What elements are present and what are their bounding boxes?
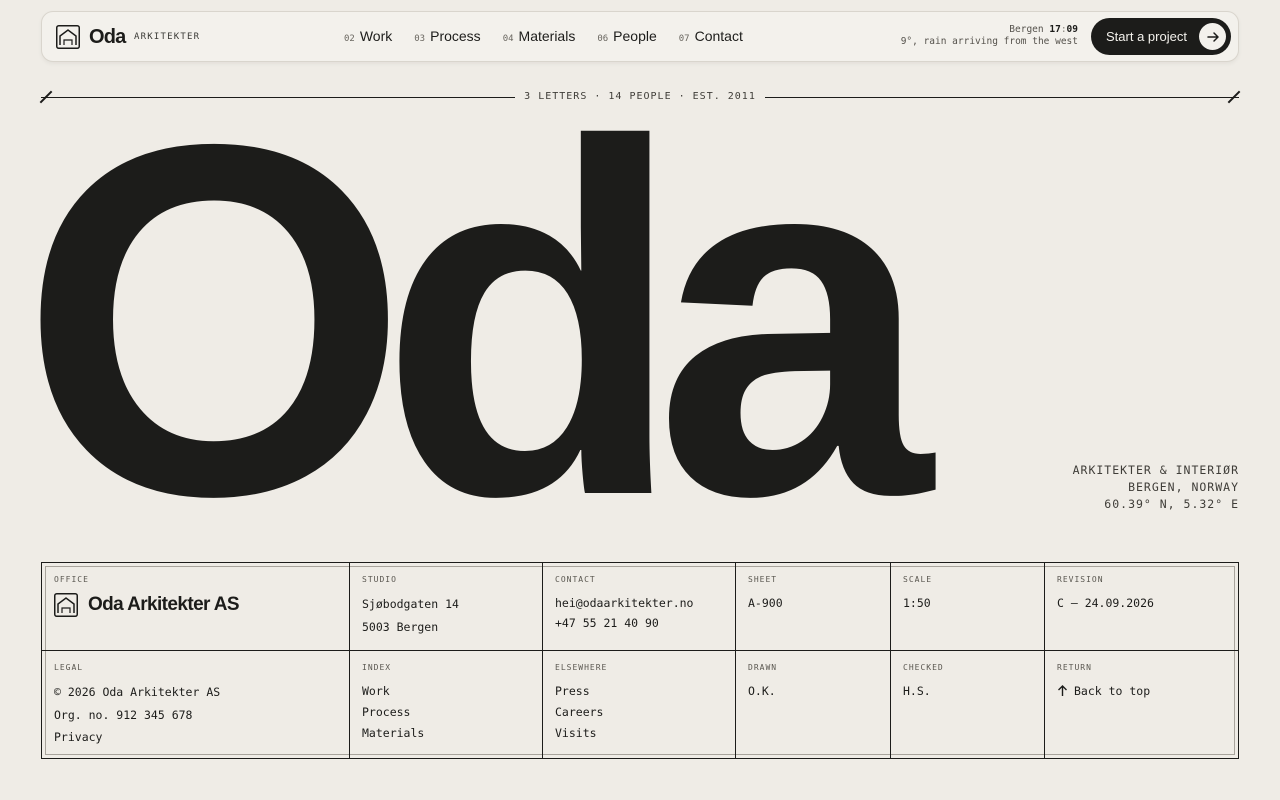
elsewhere-cell: ELSEWHERE Press Careers Visits xyxy=(543,651,736,758)
revision-value: C — 24.09.2026 xyxy=(1057,596,1154,610)
drawn-cell: DRAWN O.K. xyxy=(736,651,891,758)
cell-label: OFFICE xyxy=(54,575,89,584)
weather-city: Bergen xyxy=(1009,24,1044,35)
legal-cell: LEGAL © 2026 Oda Arkitekter AS Org. no. … xyxy=(42,651,350,758)
org-number: Org. no. 912 345 678 xyxy=(54,708,193,722)
weather-readout: Bergen 17:09 9°, rain arriving from the … xyxy=(900,24,1078,47)
arrow-right-icon xyxy=(1199,23,1226,50)
cell-label: SCALE xyxy=(903,575,933,584)
hero-meta-line: ARKITEKTER & INTERIØR xyxy=(1072,463,1239,477)
cell-label: STUDIO xyxy=(362,575,397,584)
checked-value: H.S. xyxy=(903,684,931,698)
hero-meta-line: BERGEN, NORWAY xyxy=(1128,480,1239,494)
scale-value: 1:50 xyxy=(903,596,931,610)
cell-label: LEGAL xyxy=(54,663,84,672)
index-link-process[interactable]: Process xyxy=(362,702,542,723)
hero-wordmark: Oda xyxy=(20,40,932,599)
cell-label: RETURN xyxy=(1057,663,1092,672)
studio-city: 5003 Bergen xyxy=(362,620,439,634)
index-cell: INDEX Work Process Materials xyxy=(350,651,543,758)
sheet-value: A-900 xyxy=(748,596,783,610)
hero-meta-line: 60.39° N, 5.32° E xyxy=(1104,497,1239,511)
arrow-up-icon xyxy=(1058,685,1067,696)
sheet-cell: SHEET A-900 xyxy=(736,563,891,651)
clock-hour: 17 xyxy=(1049,24,1061,35)
cta-label: Start a project xyxy=(1106,29,1187,44)
house-icon xyxy=(54,593,78,617)
cell-label: REVISION xyxy=(1057,575,1104,584)
copyright-text: © 2026 Oda Arkitekter AS xyxy=(54,685,221,699)
elsewhere-link-press[interactable]: Press xyxy=(555,681,735,702)
office-cell: OFFICE Oda Arkitekter AS xyxy=(42,563,350,651)
index-link-work[interactable]: Work xyxy=(362,681,542,702)
cell-label: INDEX xyxy=(362,663,392,672)
studio-cell: STUDIO Sjøbodgaten 14 5003 Bergen xyxy=(350,563,543,651)
cell-label: CONTACT xyxy=(555,575,596,584)
scale-cell: SCALE 1:50 xyxy=(891,563,1045,651)
cell-label: SHEET xyxy=(748,575,778,584)
cell-label: DRAWN xyxy=(748,663,778,672)
weather-description: 9°, rain arriving from the west xyxy=(900,36,1078,47)
cell-label: CHECKED xyxy=(903,663,944,672)
title-block: OFFICE Oda Arkitekter AS STUDIO Sjøbodga… xyxy=(41,562,1239,759)
back-to-top-link[interactable]: Back to top xyxy=(1057,681,1238,701)
start-project-button[interactable]: Start a project xyxy=(1091,18,1231,55)
cell-label: ELSEWHERE xyxy=(555,663,608,672)
elsewhere-link-visits[interactable]: Visits xyxy=(555,723,735,744)
contact-phone[interactable]: +47 55 21 40 90 xyxy=(555,613,735,633)
studio-street: Sjøbodgaten 14 xyxy=(362,597,459,611)
drawn-value: O.K. xyxy=(748,684,776,698)
checked-cell: CHECKED H.S. xyxy=(891,651,1045,758)
office-name: Oda Arkitekter AS xyxy=(88,594,240,615)
contact-cell: CONTACT hei@odaarkitekter.no +47 55 21 4… xyxy=(543,563,736,651)
hero-location: ARKITEKTER & INTERIØR BERGEN, NORWAY 60.… xyxy=(1073,462,1239,513)
index-link-materials[interactable]: Materials xyxy=(362,723,542,744)
return-cell: RETURN Back to top xyxy=(1045,651,1238,758)
revision-cell: REVISION C — 24.09.2026 xyxy=(1045,563,1238,651)
contact-email[interactable]: hei@odaarkitekter.no xyxy=(555,593,735,613)
privacy-link[interactable]: Privacy xyxy=(54,727,349,748)
elsewhere-link-careers[interactable]: Careers xyxy=(555,702,735,723)
clock-minute: 09 xyxy=(1066,24,1078,35)
back-to-top-label: Back to top xyxy=(1074,684,1151,698)
